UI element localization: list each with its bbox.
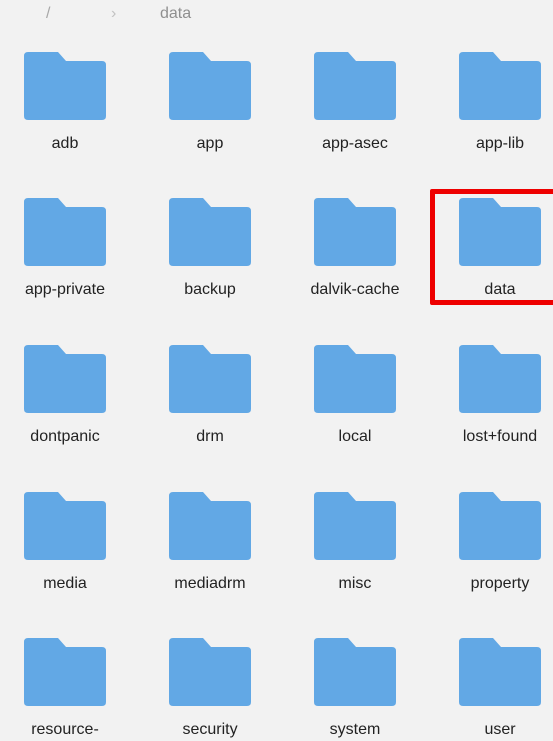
folder-label: app-private xyxy=(24,281,106,298)
folder-tile-adb[interactable]: adb xyxy=(0,52,130,172)
folder-label: property xyxy=(470,575,530,592)
folder-tile-app-private[interactable]: app-private xyxy=(0,198,130,318)
folder-icon xyxy=(314,345,396,413)
folder-tile-media[interactable]: media xyxy=(0,492,130,612)
folder-icon xyxy=(314,638,396,706)
folder-label: lost+found xyxy=(462,428,538,445)
folder-label: drm xyxy=(196,428,224,445)
folder-tile-dontpanic[interactable]: dontpanic xyxy=(0,345,130,465)
folder-label: resource- xyxy=(31,721,99,738)
folder-icon xyxy=(169,198,251,266)
folder-label: app-lib xyxy=(475,135,525,152)
folder-tile-lost-found[interactable]: lost+found xyxy=(435,345,553,465)
folder-icon xyxy=(24,198,106,266)
folder-tile-security[interactable]: security xyxy=(145,638,275,741)
folder-label: backup xyxy=(184,281,236,298)
folder-label: local xyxy=(338,428,372,445)
folder-tile-property[interactable]: property xyxy=(435,492,553,612)
highlight-box xyxy=(430,189,553,305)
folder-icon xyxy=(314,198,396,266)
file-browser-screen: / › data adb app app-asec app-lib app-pr… xyxy=(0,0,553,741)
folder-tile-mediadrm[interactable]: mediadrm xyxy=(145,492,275,612)
folder-icon xyxy=(459,492,541,560)
folder-icon xyxy=(459,638,541,706)
folder-icon xyxy=(24,52,106,120)
folder-label: mediadrm xyxy=(174,575,246,592)
folder-icon xyxy=(459,345,541,413)
folder-tile-dalvik-cache[interactable]: dalvik-cache xyxy=(290,198,420,318)
folder-label: adb xyxy=(51,135,79,152)
folder-icon xyxy=(169,638,251,706)
folder-icon xyxy=(169,345,251,413)
folder-icon xyxy=(169,52,251,120)
folder-label: misc xyxy=(338,575,372,592)
folder-icon xyxy=(24,492,106,560)
folder-label: user xyxy=(484,721,516,738)
folder-label: system xyxy=(329,721,381,738)
folder-icon xyxy=(314,52,396,120)
folder-label: media xyxy=(43,575,87,592)
folder-icon xyxy=(314,492,396,560)
folder-icon xyxy=(24,345,106,413)
folder-label: dontpanic xyxy=(30,428,100,445)
folder-icon xyxy=(24,638,106,706)
folder-tile-drm[interactable]: drm xyxy=(145,345,275,465)
folder-label: dalvik-cache xyxy=(310,281,400,298)
folder-tile-resource[interactable]: resource- xyxy=(0,638,130,741)
folder-icon xyxy=(459,52,541,120)
folder-label: app xyxy=(196,135,224,152)
folder-label: app-asec xyxy=(322,135,388,152)
folder-tile-system[interactable]: system xyxy=(290,638,420,741)
folder-tile-local[interactable]: local xyxy=(290,345,420,465)
folder-label: security xyxy=(182,721,238,738)
folder-tile-user[interactable]: user xyxy=(435,638,553,741)
folder-grid: adb app app-asec app-lib app-private bac… xyxy=(0,0,553,741)
folder-icon xyxy=(169,492,251,560)
folder-tile-app[interactable]: app xyxy=(145,52,275,172)
folder-tile-app-asec[interactable]: app-asec xyxy=(290,52,420,172)
folder-tile-backup[interactable]: backup xyxy=(145,198,275,318)
folder-tile-misc[interactable]: misc xyxy=(290,492,420,612)
folder-tile-app-lib[interactable]: app-lib xyxy=(435,52,553,172)
